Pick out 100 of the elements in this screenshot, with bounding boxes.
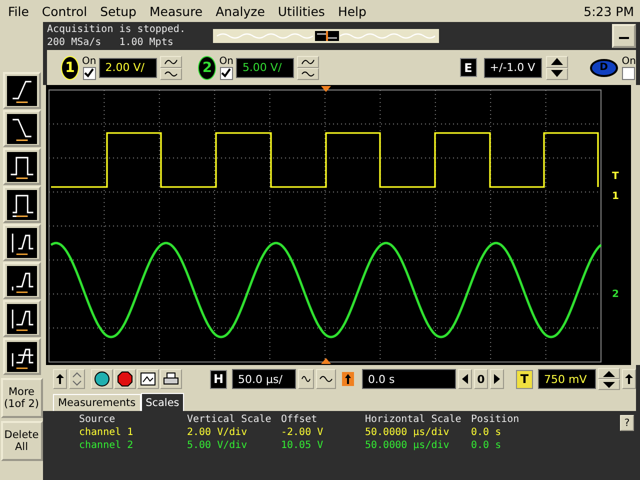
left-arrow-icon	[462, 374, 468, 384]
waveform-icon	[6, 152, 36, 182]
trigger-mode-button[interactable]	[2, 186, 40, 223]
channel-badge[interactable]: 2	[198, 56, 216, 80]
tab[interactable]: Scales	[140, 393, 184, 411]
stop-button[interactable]	[114, 369, 136, 389]
menu-item[interactable]: Help	[332, 1, 372, 21]
spin-down-button[interactable]	[598, 379, 620, 390]
screenshot-button[interactable]	[137, 369, 159, 389]
table-cell-text: 50.0000 µs/div	[365, 426, 450, 439]
level-marker[interactable]: 2	[612, 289, 619, 300]
trigger-mode-button[interactable]	[2, 148, 40, 185]
down-arrow-icon	[550, 70, 563, 77]
right-arrow-icon	[494, 374, 500, 384]
channel-badge[interactable]: 1	[61, 56, 79, 80]
run-button[interactable]	[91, 369, 113, 389]
menu-item[interactable]: Control	[36, 1, 94, 21]
memory-depth: 1.00 Mpts	[119, 36, 174, 49]
trigger-mode-button[interactable]	[2, 338, 40, 375]
digital-checkbox[interactable]	[622, 66, 636, 80]
column-header: Vertical Scale	[187, 413, 272, 426]
center-button[interactable]: 0	[474, 369, 488, 389]
column-header: Horizontal Scale	[365, 413, 462, 426]
wave-icon	[164, 70, 178, 78]
side-button[interactable]: Delete All	[0, 421, 42, 461]
channel-checkbox[interactable]	[220, 66, 233, 80]
spin-down-button[interactable]	[546, 68, 568, 80]
table-cell-text: 50.0000 µs/div	[365, 439, 450, 452]
trigger-mode-button[interactable]	[2, 224, 40, 261]
left-arrow-button[interactable]	[458, 369, 472, 389]
trigger-mode-button[interactable]	[2, 110, 40, 147]
coupling-button[interactable]	[297, 68, 320, 80]
trigger-mode-button[interactable]	[2, 262, 40, 299]
waveform-icon	[6, 114, 36, 144]
status-message: Acquisition is stopped.	[47, 23, 186, 36]
spin-up-button[interactable]	[598, 368, 620, 379]
coupling-button[interactable]	[160, 56, 182, 68]
time-scale-field[interactable]: 50.0 µs/	[232, 369, 296, 389]
scale-field[interactable]: 2.00 V/	[99, 58, 158, 78]
image-icon	[140, 372, 156, 386]
coupling-button[interactable]	[297, 56, 320, 68]
clock: 5:23 PM	[584, 4, 634, 18]
table-cell-text: 2.00 V/div	[187, 426, 248, 439]
waveform-icon	[6, 342, 36, 372]
coarse-button[interactable]	[316, 369, 336, 389]
range-field[interactable]: +/-1.0 V	[484, 58, 542, 78]
delay-field[interactable]: 0.0 s	[362, 369, 456, 389]
minimize-button[interactable]	[612, 24, 636, 48]
table-cell-text: 10.05 V	[281, 439, 324, 452]
sample-rate: 200 MSa/s	[47, 36, 102, 49]
channel-checkbox[interactable]	[82, 66, 96, 80]
trigger-mode-button[interactable]	[2, 300, 40, 337]
up-arrow-icon	[603, 370, 615, 376]
external-trigger-button[interactable]: E	[460, 58, 477, 77]
waveform-icon	[6, 304, 36, 334]
column-header: Source	[79, 413, 116, 426]
print-button[interactable]	[160, 369, 182, 389]
table-cell-text: -2.00 V	[281, 426, 324, 439]
wave-icon	[301, 374, 311, 384]
horizontal-button[interactable]: H	[210, 370, 227, 388]
trigger-mode-button[interactable]	[2, 72, 40, 109]
table-cell-text: channel 2	[79, 439, 134, 452]
scroll-button[interactable]	[69, 369, 85, 389]
right-arrow-button[interactable]	[490, 369, 504, 389]
waveform-icon	[6, 76, 36, 106]
column-header: Position	[471, 413, 520, 426]
menu-item[interactable]: Utilities	[272, 1, 331, 21]
minimize-icon	[619, 36, 629, 40]
wave-icon	[164, 58, 178, 66]
level-marker[interactable]: T	[612, 171, 619, 182]
help-button[interactable]: ?	[620, 415, 634, 431]
reference-icon	[342, 372, 354, 386]
table-cell-text: 0.0 s	[471, 426, 502, 439]
table-cell-text: 5.00 V/div	[187, 439, 248, 452]
coupling-button[interactable]	[160, 68, 182, 80]
stop-icon	[117, 371, 133, 387]
on-label: On	[219, 56, 234, 66]
level-marker[interactable]: 1	[612, 191, 619, 202]
spin-up-button[interactable]	[546, 56, 568, 68]
wave-icon	[319, 374, 333, 384]
up-arrow-icon	[550, 58, 563, 65]
scale-field[interactable]: 5.00 V/	[236, 58, 294, 78]
table-cell-text: channel 1	[79, 426, 134, 439]
menu-item[interactable]: File	[2, 1, 35, 21]
tab[interactable]: Measurements	[53, 394, 141, 411]
column-header: Offset	[281, 413, 318, 426]
on-label: On	[82, 56, 96, 66]
circle-icon	[94, 371, 110, 387]
waveform-icon	[6, 266, 36, 296]
trigger-level-field[interactable]: 750 mV	[538, 369, 596, 389]
menu-item[interactable]: Setup	[94, 1, 142, 21]
up-arrow-button[interactable]	[622, 369, 636, 389]
table-cell-text: 0.0 s	[471, 439, 502, 452]
fine-button[interactable]	[298, 369, 314, 389]
side-button[interactable]: More (1of 2)	[0, 378, 42, 418]
up-arrow-button[interactable]	[53, 369, 67, 389]
trigger-button[interactable]: T	[516, 370, 533, 388]
waveform-icon	[6, 228, 36, 258]
menu-item[interactable]: Measure	[144, 1, 209, 21]
menu-item[interactable]: Analyze	[210, 1, 271, 21]
